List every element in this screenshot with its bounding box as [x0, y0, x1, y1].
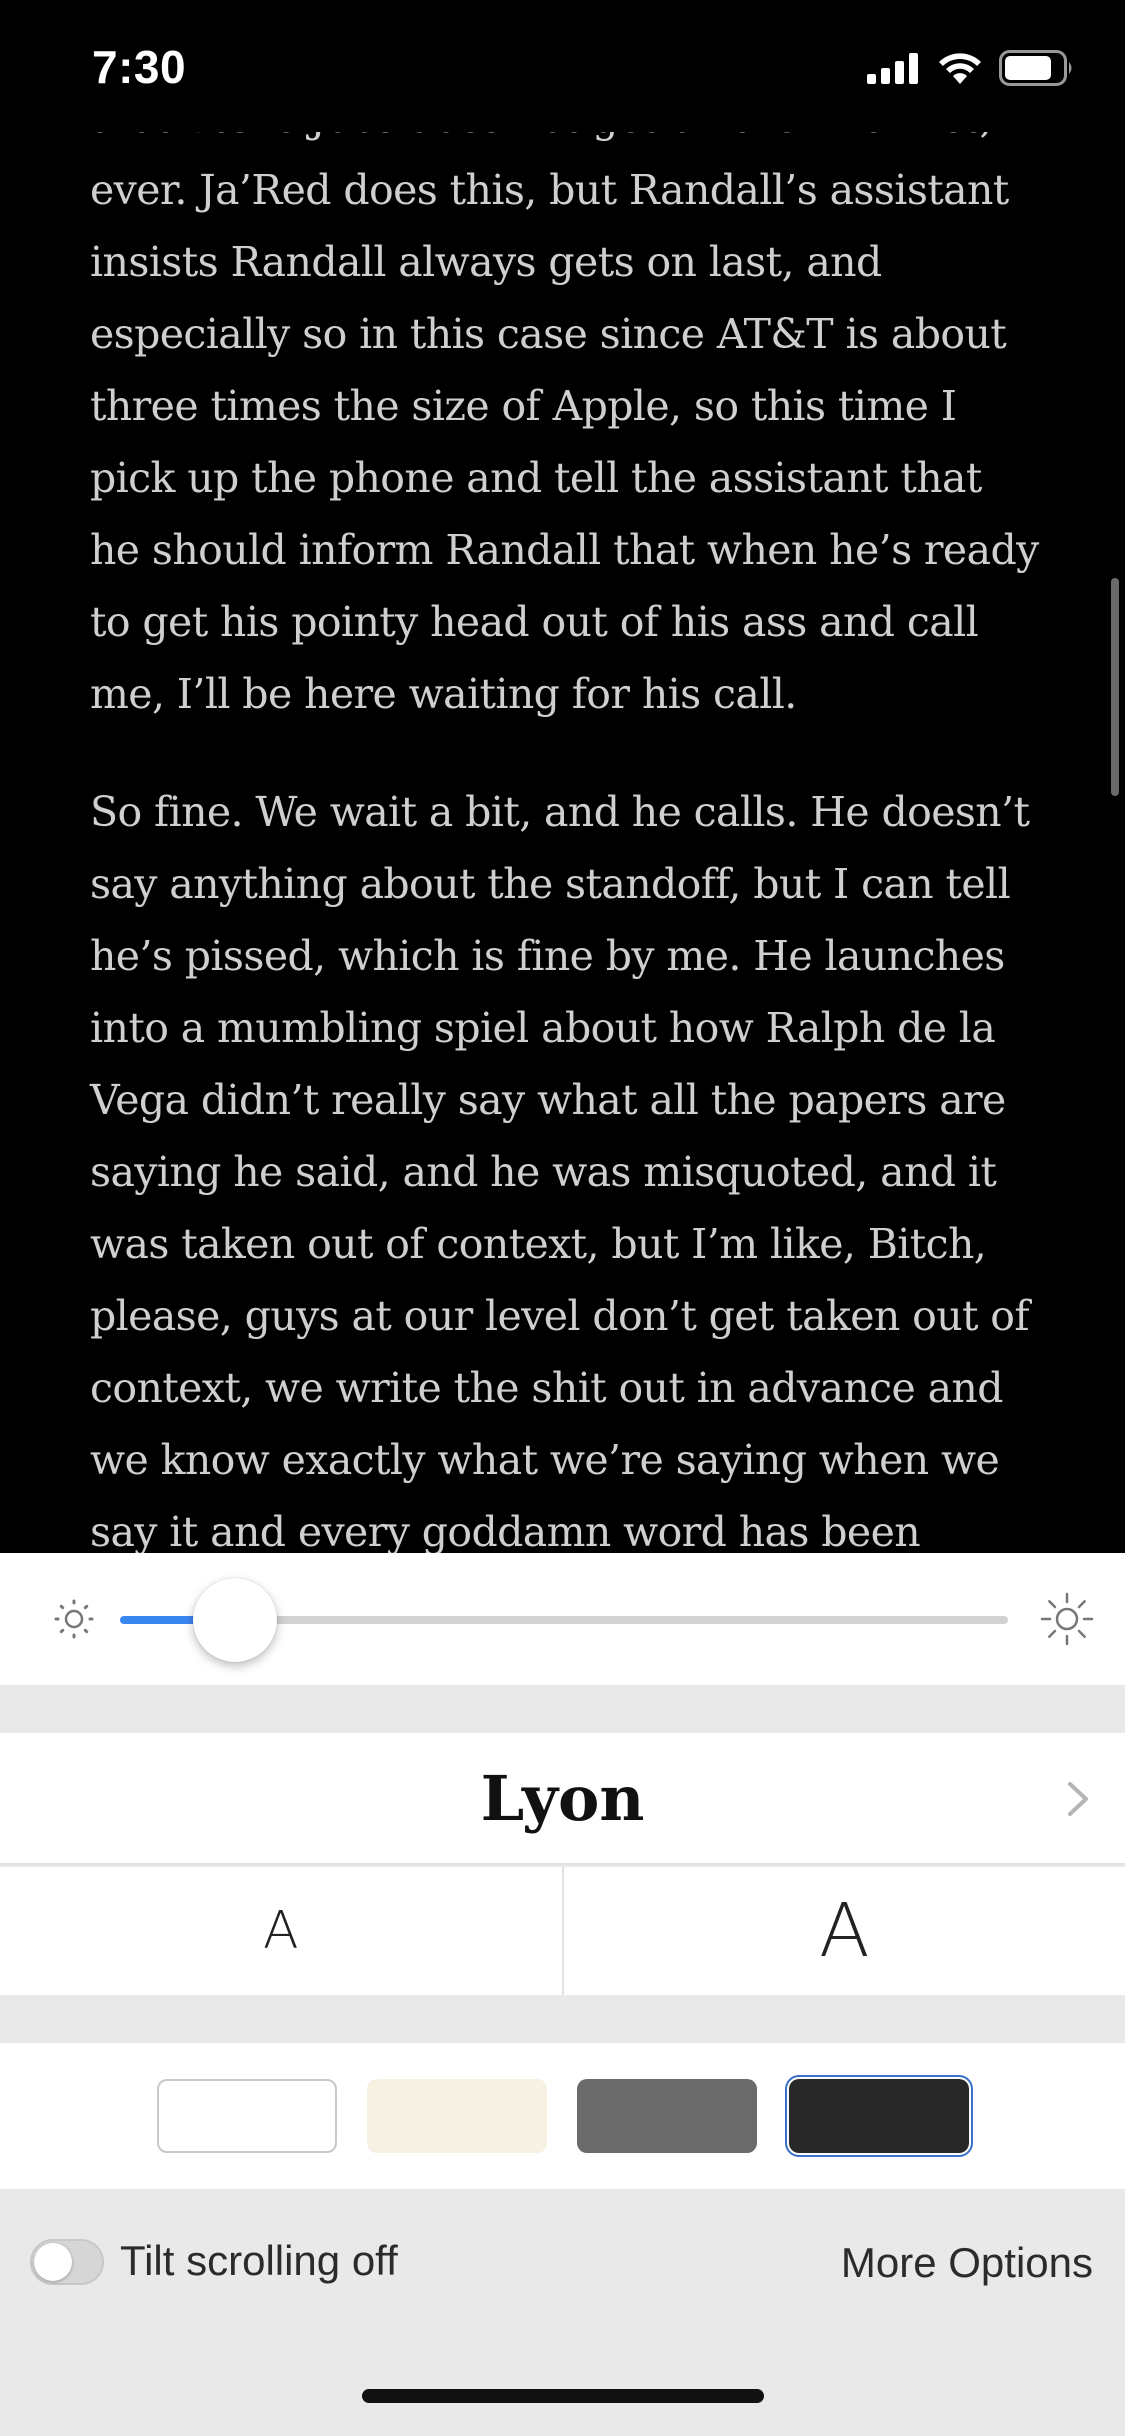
brightness-low-icon [52, 1597, 96, 1646]
book-text: that Steve Jobs does not get on the line… [90, 100, 1040, 1555]
toggle-knob [34, 2243, 72, 2281]
tilt-scrolling-label: Tilt scrolling off [120, 2237, 398, 2284]
theme-row [0, 2043, 1125, 2189]
theme-white-button[interactable] [157, 2079, 337, 2153]
chevron-right-icon [1065, 1779, 1091, 1824]
brightness-slider-thumb[interactable] [193, 1578, 278, 1662]
reader-screen: 7:30 ever. Ja’Red does this, but Randall… [0, 0, 1125, 2436]
text-size-row: A A [0, 1867, 1125, 1995]
decrease-text-size-button[interactable]: A [0, 1867, 564, 1995]
brightness-slider[interactable] [120, 1578, 1008, 1662]
scroll-indicator[interactable] [1111, 578, 1119, 796]
status-bar: 7:30 [0, 0, 1125, 132]
bottom-options-bar: Tilt scrolling off More Options [0, 2189, 1125, 2436]
battery-icon [999, 50, 1075, 91]
font-name: Lyon [480, 1762, 645, 1835]
cellular-signal-icon [867, 52, 921, 89]
home-indicator [362, 2389, 764, 2403]
status-time: 7:30 [92, 41, 187, 93]
theme-sepia-button[interactable] [367, 2079, 547, 2153]
font-selector[interactable]: Lyon [0, 1733, 1125, 1865]
display-settings-sheet: Lyon A A Tilt scrolling off More Options [0, 1553, 1125, 2436]
increase-text-size-button[interactable]: A [564, 1867, 1125, 1995]
tilt-scrolling-toggle[interactable] [30, 2239, 104, 2285]
wifi-icon [937, 51, 983, 90]
status-icons [867, 50, 1075, 91]
theme-gray-button[interactable] [577, 2079, 757, 2153]
brightness-high-icon [1039, 1591, 1095, 1652]
theme-night-button[interactable] [785, 2075, 973, 2157]
more-options-button[interactable]: More Options [841, 2239, 1093, 2287]
reader-content[interactable]: that Steve Jobs does not get on the line… [0, 100, 1125, 1555]
brightness-row [0, 1553, 1125, 1685]
book-paragraph: that Steve Jobs does not get on the line… [90, 100, 1039, 718]
book-paragraph: So fine. We wait a bit, and he calls. He… [90, 788, 1030, 1555]
